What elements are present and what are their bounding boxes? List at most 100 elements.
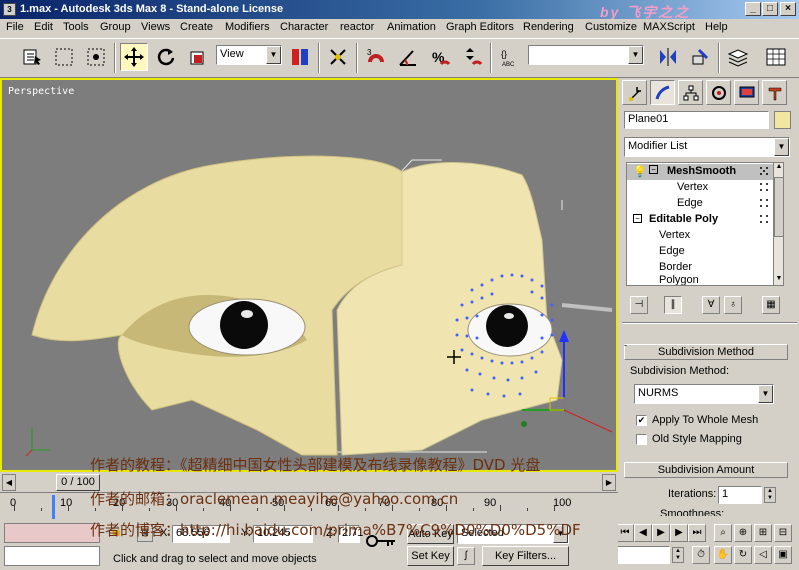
utilities-tab[interactable] bbox=[762, 80, 787, 105]
play-icon[interactable]: ▶ bbox=[652, 524, 670, 542]
object-color-swatch[interactable] bbox=[774, 111, 791, 129]
tick-mark bbox=[41, 508, 42, 511]
app-icon[interactable]: 3 bbox=[3, 3, 16, 16]
menu-edit[interactable]: Edit bbox=[34, 21, 53, 33]
select-manipulate-icon[interactable] bbox=[324, 43, 352, 71]
select-region-icon[interactable] bbox=[50, 43, 78, 71]
named-selection-dropdown[interactable]: ▼ bbox=[528, 45, 644, 65]
menu-group[interactable]: Group bbox=[100, 21, 131, 33]
mirror-icon[interactable] bbox=[654, 43, 682, 71]
menu-maxscript[interactable]: MAXScript bbox=[643, 21, 695, 33]
minimize-button[interactable]: _ bbox=[745, 2, 761, 16]
display-tab[interactable] bbox=[734, 80, 759, 105]
make-unique-icon[interactable]: ∀ bbox=[702, 296, 720, 314]
align-icon[interactable] bbox=[686, 43, 714, 71]
rollout-subdivision-amount[interactable]: Subdivision Amount bbox=[624, 462, 788, 478]
percent-snap-icon[interactable]: % bbox=[426, 43, 454, 71]
menu-customize[interactable]: Customize bbox=[585, 21, 637, 33]
lightbulb-icon[interactable]: 💡 bbox=[633, 165, 647, 178]
menu-reactor[interactable]: reactor bbox=[340, 21, 374, 33]
chevron-right-icon[interactable]: ▶ bbox=[602, 474, 616, 491]
select-move-icon[interactable] bbox=[120, 43, 148, 71]
menu-character[interactable]: Character bbox=[280, 21, 328, 33]
menu-graph-editors[interactable]: Graph Editors bbox=[446, 21, 514, 33]
goto-end-icon[interactable]: ⏭ bbox=[688, 524, 706, 542]
stack-scrollbar[interactable]: ▲ ▼ bbox=[773, 163, 783, 285]
stack-item-vertex[interactable]: Vertex bbox=[627, 228, 773, 244]
time-config-icon[interactable]: ⏱ bbox=[692, 546, 710, 564]
select-object-icon[interactable] bbox=[18, 43, 46, 71]
configure-modifier-sets-icon[interactable]: ▦ bbox=[762, 296, 780, 314]
curve-editor-icon[interactable] bbox=[762, 43, 790, 71]
key-filters-button[interactable]: Key Filters... bbox=[482, 546, 569, 566]
zoom-icon[interactable]: ⌕ bbox=[714, 524, 732, 542]
zoom-extents-all-icon[interactable]: ⊟ bbox=[774, 524, 792, 542]
maximize-button[interactable]: □ bbox=[762, 2, 778, 16]
stack-item-vertex[interactable]: Vertex bbox=[627, 180, 773, 196]
menu-file[interactable]: File bbox=[6, 21, 24, 33]
menu-tools[interactable]: Tools bbox=[63, 21, 89, 33]
stack-item-edge[interactable]: Edge bbox=[627, 244, 773, 260]
apply-whole-mesh-checkbox[interactable]: ✔ bbox=[636, 415, 647, 426]
maxscript-listener-white[interactable] bbox=[4, 546, 100, 566]
stack-item-editable-poly[interactable]: − Editable Poly bbox=[627, 212, 773, 228]
collapse-icon[interactable]: − bbox=[633, 214, 642, 223]
chevron-left-icon[interactable]: ◀ bbox=[2, 474, 16, 491]
modifier-stack[interactable]: 💡 − MeshSmooth Vertex Edge − Editable Po… bbox=[626, 162, 784, 286]
iterations-spinner[interactable]: ▲ ▼ bbox=[764, 487, 776, 503]
menu-views[interactable]: Views bbox=[141, 21, 170, 33]
rollout-subdivision-method[interactable]: Subdivision Method bbox=[624, 344, 788, 360]
stack-item-meshsmooth[interactable]: 💡 − MeshSmooth bbox=[627, 164, 773, 180]
select-rotate-icon[interactable] bbox=[152, 43, 180, 71]
edit-named-selection-icon[interactable]: {} ABC bbox=[496, 43, 524, 71]
menu-create[interactable]: Create bbox=[180, 21, 213, 33]
stack-item-polygon[interactable]: Polygon bbox=[627, 274, 773, 285]
perspective-viewport[interactable]: Perspective bbox=[0, 78, 618, 472]
arc-rotate-icon[interactable]: ↻ bbox=[734, 546, 752, 564]
menu-help[interactable]: Help bbox=[705, 21, 728, 33]
field-of-view-icon[interactable]: ◁ bbox=[754, 546, 772, 564]
reference-coordinate-dropdown[interactable]: View ▼ bbox=[216, 45, 282, 65]
menu-rendering[interactable]: Rendering bbox=[523, 21, 574, 33]
layer-manager-icon[interactable] bbox=[724, 43, 752, 71]
select-scale-icon[interactable] bbox=[184, 43, 212, 71]
pan-icon[interactable]: ✋ bbox=[714, 546, 732, 564]
tick-mark bbox=[527, 508, 528, 511]
zoom-all-icon[interactable]: ⊕ bbox=[734, 524, 752, 542]
maximize-viewport-icon[interactable]: ▣ bbox=[774, 546, 792, 564]
menu-modifiers[interactable]: Modifiers bbox=[225, 21, 270, 33]
modify-tab[interactable] bbox=[650, 80, 675, 105]
window-crossing-icon[interactable] bbox=[82, 43, 110, 71]
frame-spinner[interactable]: ▲ ▼ bbox=[672, 547, 684, 563]
chevron-down-icon[interactable]: ▼ bbox=[774, 275, 783, 285]
menu-animation[interactable]: Animation bbox=[387, 21, 436, 33]
hierarchy-tab[interactable] bbox=[678, 80, 703, 105]
object-name-field[interactable]: Plane01 bbox=[624, 111, 769, 129]
close-button[interactable]: × bbox=[780, 2, 796, 16]
remove-modifier-icon[interactable]: ♁ bbox=[724, 296, 742, 314]
zoom-extents-icon[interactable]: ⊞ bbox=[754, 524, 772, 542]
collapse-icon[interactable]: − bbox=[649, 165, 658, 174]
set-key-button[interactable]: Set Key bbox=[407, 546, 454, 566]
motion-tab[interactable] bbox=[706, 80, 731, 105]
stack-item-border[interactable]: Border bbox=[627, 260, 773, 276]
modifier-list-dropdown[interactable]: Modifier List ▼ bbox=[624, 137, 790, 157]
use-pivot-icon[interactable] bbox=[286, 43, 314, 71]
stack-item-edge[interactable]: Edge bbox=[627, 196, 773, 212]
iterations-field[interactable]: 1 bbox=[718, 486, 762, 504]
scroll-thumb[interactable] bbox=[774, 177, 783, 237]
show-end-result-icon[interactable]: ∥ bbox=[664, 296, 682, 314]
create-tab[interactable] bbox=[622, 80, 647, 105]
maxscript-listener-pink[interactable] bbox=[4, 523, 100, 543]
goto-start-icon[interactable]: ⏮ bbox=[616, 524, 634, 542]
spinner-snap-icon[interactable] bbox=[458, 43, 486, 71]
angle-snap-icon[interactable] bbox=[394, 43, 422, 71]
snap-toggle-icon[interactable]: 3 bbox=[362, 43, 390, 71]
next-frame-icon[interactable]: ▶ bbox=[670, 524, 688, 542]
default-tangent-icon[interactable]: ∫ bbox=[457, 547, 475, 565]
subdivision-method-dropdown[interactable]: NURMS ▼ bbox=[634, 384, 774, 404]
old-style-mapping-checkbox[interactable] bbox=[636, 434, 647, 445]
chevron-up-icon[interactable]: ▲ bbox=[774, 163, 783, 173]
pin-stack-icon[interactable]: ⊣ bbox=[630, 296, 648, 314]
prev-frame-icon[interactable]: ◀ bbox=[634, 524, 652, 542]
